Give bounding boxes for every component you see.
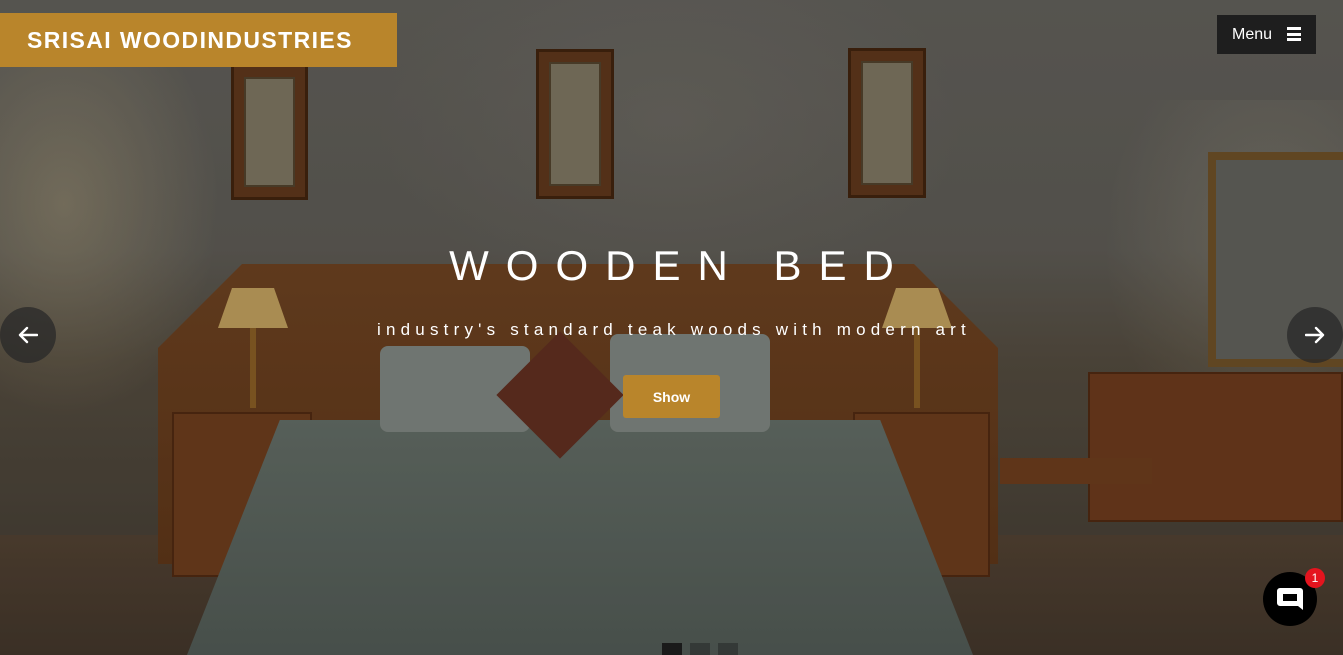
slide-title: WOODEN BED: [449, 242, 911, 289]
chat-notification-badge: 1: [1305, 568, 1325, 588]
show-button[interactable]: Show: [623, 375, 720, 418]
hamburger-icon: [1287, 27, 1301, 41]
next-slide-button[interactable]: [1287, 307, 1343, 363]
menu-label: Menu: [1232, 25, 1273, 43]
slide-subtitle: industry's standard teak woods with mode…: [377, 320, 971, 339]
slide-dot[interactable]: [662, 643, 682, 655]
brand-name: SRISAI WOODINDUSTRIES: [27, 26, 353, 53]
slide-dot[interactable]: [718, 643, 738, 655]
slide-indicators: [662, 643, 738, 655]
previous-slide-button[interactable]: [0, 307, 56, 363]
chat-bubble-icon: [1277, 588, 1303, 610]
brand-logo[interactable]: SRISAI WOODINDUSTRIES: [0, 13, 397, 67]
slide-dot[interactable]: [690, 643, 710, 655]
arrow-right-icon: [1305, 326, 1325, 344]
menu-button[interactable]: Menu: [1217, 15, 1316, 54]
hero-slider: SRISAI WOODINDUSTRIES Menu WOODEN BED in…: [0, 0, 1343, 655]
arrow-left-icon: [18, 326, 38, 344]
